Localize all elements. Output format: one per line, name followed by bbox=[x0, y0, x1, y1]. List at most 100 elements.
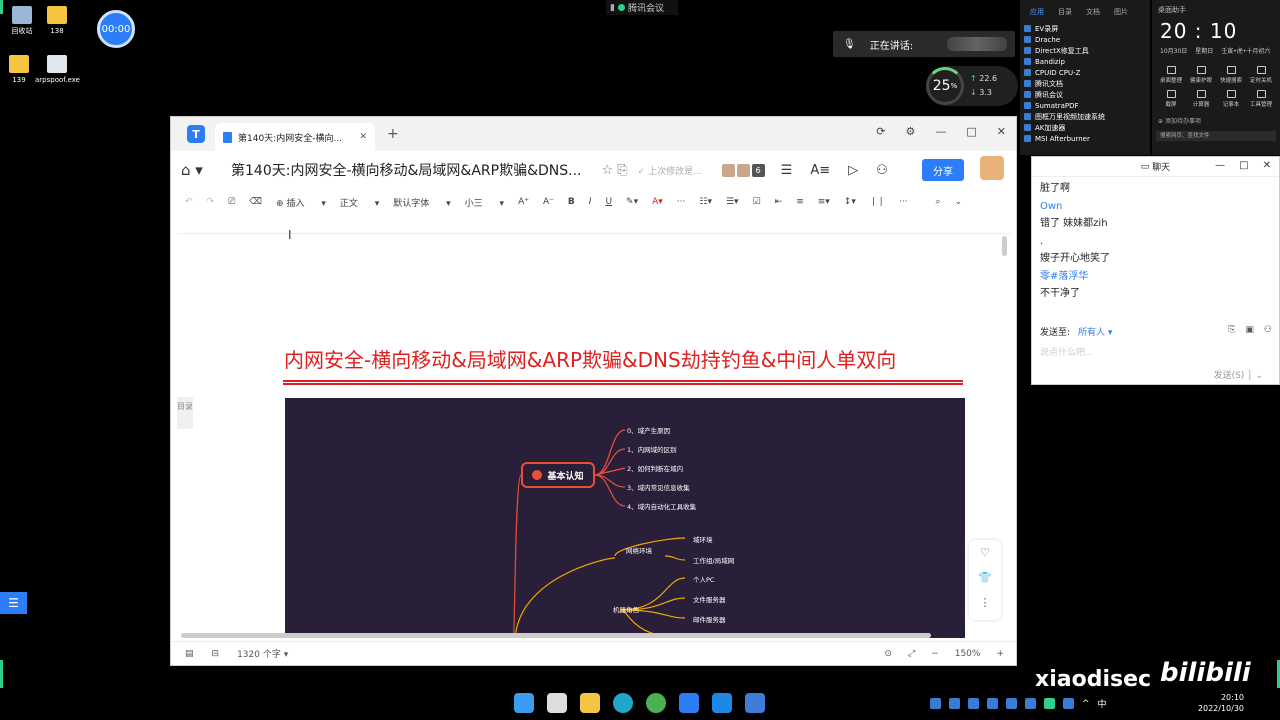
menu-icon[interactable]: ☰ bbox=[781, 163, 793, 178]
heart-icon[interactable]: ♡ bbox=[980, 546, 990, 559]
app-item[interactable]: MSI Afterburner bbox=[1024, 133, 1146, 144]
tray-icon[interactable] bbox=[949, 698, 960, 709]
app-item[interactable]: EV录屏 bbox=[1024, 23, 1146, 34]
insert-menu[interactable]: ⊕ 插入 ▾ bbox=[276, 196, 326, 209]
document-canvas[interactable]: 目录 内网安全-横向移动&局域网&ARP欺骗&DNS劫持钓鱼&中间人单双向 基本… bbox=[177, 233, 1011, 638]
doc-title[interactable]: 第140天:内网安全-横向移动&局域网&ARP欺骗&DNS... bbox=[231, 160, 581, 180]
outline-icon[interactable]: ▤ bbox=[185, 649, 194, 659]
more-icon[interactable]: ··· bbox=[899, 197, 908, 207]
style-select[interactable]: 正文 ▾ bbox=[340, 196, 379, 209]
align-center-icon[interactable]: ≡▾ bbox=[818, 197, 830, 207]
add-user-icon[interactable]: ⚇ bbox=[876, 163, 888, 178]
line-spacing-icon[interactable]: ↕▾ bbox=[844, 197, 856, 207]
size-select[interactable]: 小三 ▾ bbox=[465, 196, 504, 209]
align-left-icon[interactable]: ≡ bbox=[796, 197, 804, 207]
apps-tab-dir[interactable]: 目录 bbox=[1058, 7, 1072, 17]
recording-timer[interactable]: 00:00 bbox=[97, 10, 135, 48]
task-view-icon[interactable] bbox=[547, 693, 567, 713]
list-toggle-button[interactable]: ☰ bbox=[0, 592, 27, 614]
quote-icon[interactable]: ❘❘ bbox=[870, 197, 885, 207]
redo-icon[interactable]: ↷ bbox=[207, 197, 215, 207]
present-icon[interactable]: ▷ bbox=[848, 163, 858, 178]
font-select[interactable]: 默认字体 ▾ bbox=[393, 196, 450, 209]
avatar[interactable] bbox=[980, 156, 1004, 180]
file-explorer-icon[interactable] bbox=[580, 693, 600, 713]
assistant-search[interactable]: 搜索网页、查找文件 bbox=[1156, 131, 1276, 141]
tencent-meeting-icon[interactable] bbox=[745, 693, 765, 713]
format-painter-icon[interactable]: ⎚ bbox=[228, 197, 235, 207]
share-button[interactable]: 分享 bbox=[922, 159, 964, 181]
underline-icon[interactable]: U bbox=[605, 197, 612, 207]
app-icon[interactable] bbox=[712, 693, 732, 713]
app-item[interactable]: DirectX修复工具 bbox=[1024, 45, 1146, 56]
user-icon[interactable]: ⚇ bbox=[1264, 325, 1272, 338]
new-tab-button[interactable]: + bbox=[387, 126, 399, 142]
minimize-button[interactable]: — bbox=[1215, 160, 1225, 171]
close-tab-icon[interactable]: ✕ bbox=[359, 132, 367, 142]
italic-icon[interactable]: I bbox=[589, 197, 592, 207]
tray-icon[interactable] bbox=[1025, 698, 1036, 709]
number-list-icon[interactable]: ☰▾ bbox=[726, 197, 739, 207]
screenshot-icon[interactable]: ▣ bbox=[1245, 325, 1254, 338]
font-grow-icon[interactable]: A⁺ bbox=[518, 197, 529, 207]
send-button[interactable]: 发送(S) │ ⌄ bbox=[1214, 368, 1263, 381]
ime-indicator[interactable]: 中 bbox=[1098, 697, 1107, 710]
font-color-icon[interactable]: A▾ bbox=[652, 197, 663, 207]
app-item[interactable]: 腾讯会议 bbox=[1024, 89, 1146, 100]
close-button[interactable]: ✕ bbox=[1263, 160, 1271, 171]
more-icon[interactable]: ··· bbox=[677, 197, 686, 207]
text-format-icon[interactable]: A≡ bbox=[810, 163, 830, 178]
zoom-out-button[interactable]: − bbox=[931, 649, 939, 659]
start-icon[interactable] bbox=[514, 693, 534, 713]
outdent-icon[interactable]: ⇤ bbox=[775, 197, 783, 207]
home-icon[interactable]: ⌂ ▾ bbox=[181, 161, 231, 179]
collaborators[interactable]: 6 bbox=[721, 163, 765, 177]
app-item[interactable]: CPUID CPU-Z bbox=[1024, 67, 1146, 78]
tool-notepad[interactable]: 记事本 bbox=[1216, 90, 1246, 108]
chat-input[interactable]: 说点什么吧... bbox=[1040, 345, 1094, 358]
app-item[interactable]: 图框万里视频加速系统 bbox=[1024, 111, 1146, 122]
file-icon[interactable]: ⎘ bbox=[1228, 325, 1235, 338]
navigate-icon[interactable]: ⊙ bbox=[884, 649, 892, 659]
shirt-icon[interactable]: 👕 bbox=[978, 571, 992, 584]
app-item[interactable]: AK加速器 bbox=[1024, 122, 1146, 133]
chevron-down-icon[interactable]: ⌄ bbox=[955, 197, 963, 207]
tool-screenshot[interactable]: 截屏 bbox=[1156, 90, 1186, 108]
close-button[interactable]: ✕ bbox=[997, 125, 1006, 138]
nvidia-icon[interactable] bbox=[1044, 698, 1055, 709]
maximize-button[interactable]: □ bbox=[966, 125, 976, 138]
performance-widget[interactable]: 25% ↑ 22.6 ↓ 3.3 bbox=[926, 66, 1018, 106]
apps-tab-images[interactable]: 图片 bbox=[1114, 7, 1128, 17]
edge-icon[interactable] bbox=[613, 693, 633, 713]
doc-tab[interactable]: 第140天:内网安全-横向... ✕ bbox=[215, 123, 375, 151]
highlight-icon[interactable]: ✎▾ bbox=[626, 197, 638, 207]
tool-calculator[interactable]: 计算器 bbox=[1186, 90, 1216, 108]
meeting-status-bar[interactable]: ▮ 腾讯会议 bbox=[606, 0, 678, 15]
app-item[interactable]: Drache bbox=[1024, 34, 1146, 45]
apps-tab-docs[interactable]: 文档 bbox=[1086, 7, 1100, 17]
tencent-docs-logo[interactable]: T bbox=[187, 125, 205, 143]
font-shrink-icon[interactable]: A⁻ bbox=[543, 197, 554, 207]
chrome-icon[interactable] bbox=[646, 693, 666, 713]
app-item[interactable]: Bandizip bbox=[1024, 56, 1146, 67]
app-item[interactable]: 腾讯文档 bbox=[1024, 78, 1146, 89]
more-icon[interactable]: ⋮ bbox=[980, 596, 991, 609]
zoom-level[interactable]: 150% bbox=[955, 649, 981, 659]
star-icon[interactable]: ☆ ⎘ bbox=[601, 163, 627, 178]
tencent-docs-icon[interactable] bbox=[679, 693, 699, 713]
minimize-button[interactable]: — bbox=[935, 125, 946, 138]
layout-icon[interactable]: ⊟ bbox=[212, 649, 220, 659]
send-to-dropdown[interactable]: 所有人 ▾ bbox=[1078, 325, 1112, 338]
tool-eye-care[interactable]: 健康护眼 bbox=[1186, 66, 1216, 84]
desktop-icon-folder-138[interactable]: 138 bbox=[35, 6, 79, 36]
bold-icon[interactable]: B bbox=[568, 197, 575, 207]
zoom-in-button[interactable]: + bbox=[996, 649, 1004, 659]
tray-icon[interactable] bbox=[987, 698, 998, 709]
undo-icon[interactable]: ↶ bbox=[185, 197, 193, 207]
fullscreen-icon[interactable]: ⤢ bbox=[908, 649, 915, 659]
checkbox-icon[interactable]: ☑ bbox=[753, 197, 761, 207]
toc-toggle[interactable]: 目录 bbox=[177, 397, 193, 429]
tray-icon[interactable] bbox=[1063, 698, 1074, 709]
settings-icon[interactable]: ⚙ bbox=[906, 125, 916, 138]
desktop-icon-arpspoof[interactable]: arpspoof.exe bbox=[35, 55, 80, 85]
